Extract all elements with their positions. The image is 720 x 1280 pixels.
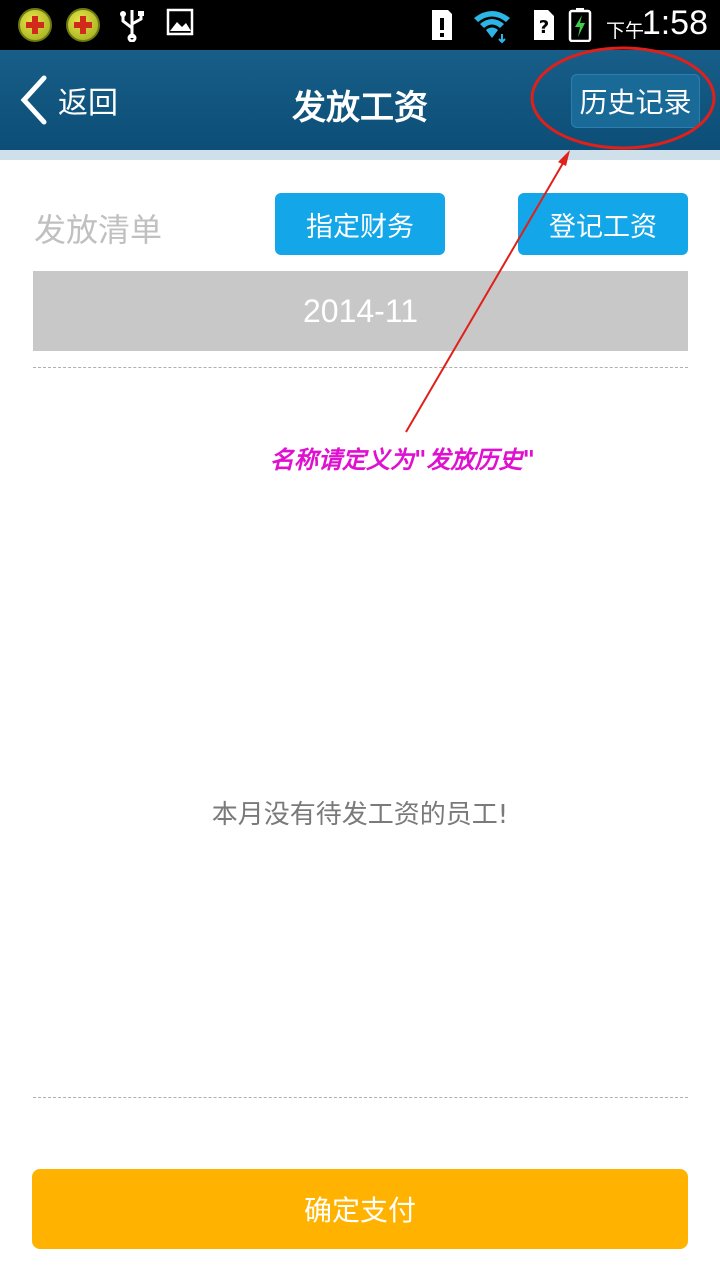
history-button[interactable]: 历史记录: [571, 74, 700, 128]
usb-icon: [120, 10, 144, 42]
annotation-overlay: [405, 46, 716, 433]
confirm-payment-button[interactable]: 确定支付: [32, 1169, 688, 1249]
image-icon: [166, 8, 194, 36]
sd-card-icon: [432, 10, 452, 40]
annotation-note: 名称请定义为"发放历史": [270, 445, 536, 474]
status-bar: ? 下午 1:58: [0, 0, 720, 50]
status-ampm: 下午: [605, 20, 644, 42]
empty-state-message: 本月没有待发工资的员工!: [211, 800, 509, 830]
battery-charging-icon: [568, 8, 592, 42]
app-360-icon: [18, 8, 52, 42]
wifi-icon: [474, 11, 510, 44]
assign-finance-button[interactable]: 指定财务: [275, 193, 445, 255]
svg-text:?: ?: [539, 17, 549, 38]
status-clock: 1:58: [641, 4, 708, 42]
app-360-icon: [66, 8, 100, 42]
payroll-list-label: 发放清单: [34, 211, 163, 249]
divider-bottom: [33, 1097, 688, 1098]
register-salary-button[interactable]: 登记工资: [518, 193, 688, 255]
divider-top: [33, 367, 688, 368]
no-sim-icon: ?: [534, 10, 554, 40]
month-selector[interactable]: 2014-11: [33, 271, 688, 351]
title-bar-divider: [0, 150, 720, 160]
